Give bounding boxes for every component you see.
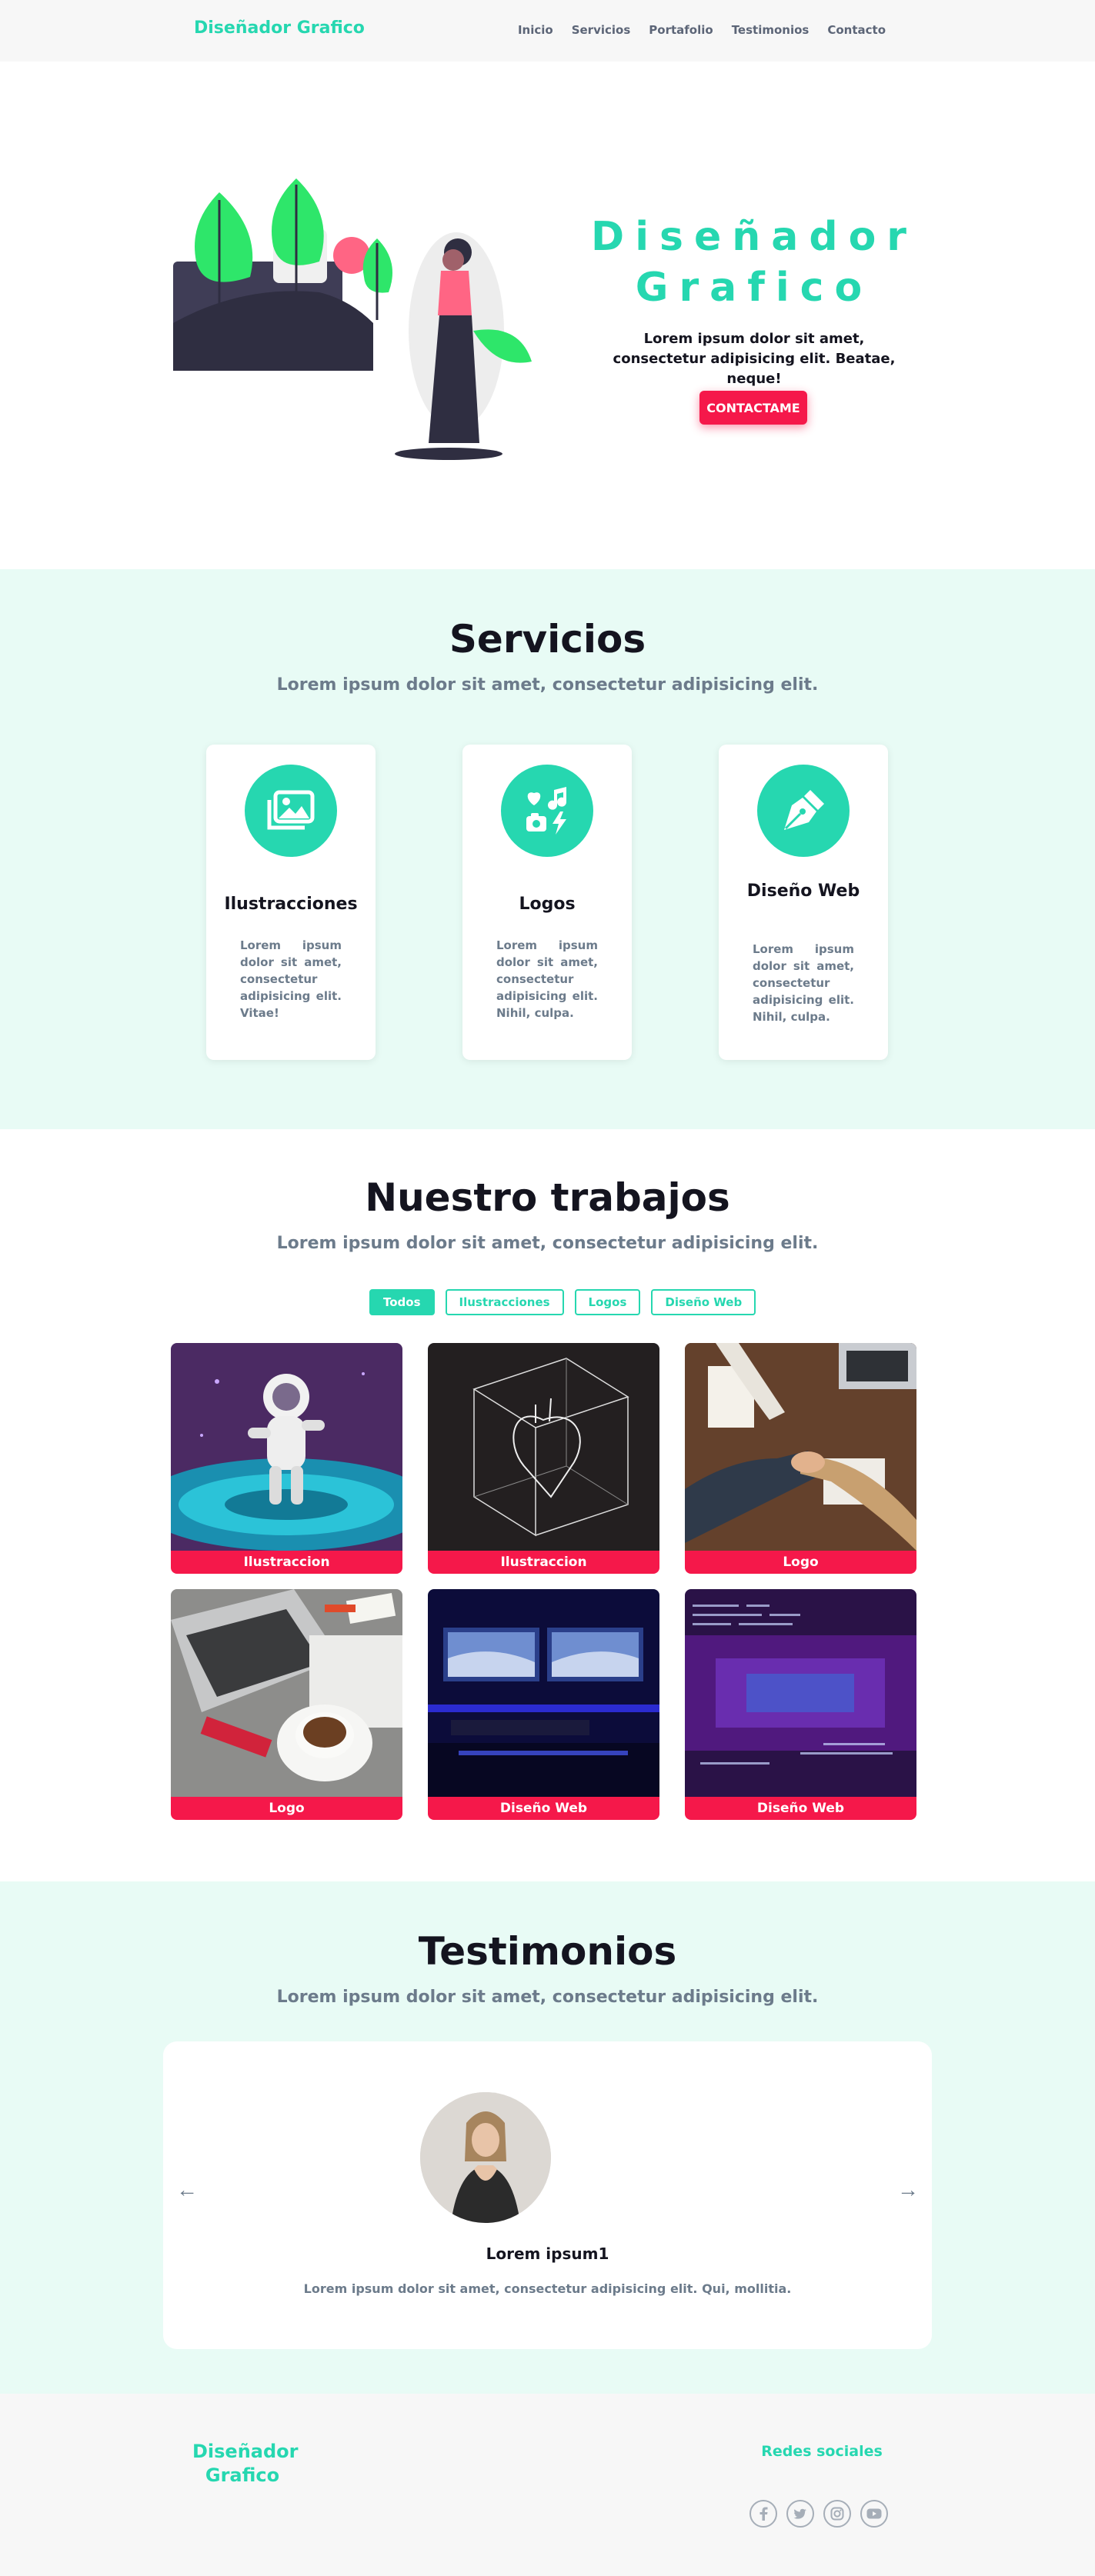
- social-links: [749, 2500, 888, 2528]
- pen-nib-icon: [757, 765, 850, 857]
- services-section: Servicios Lorem ipsum dolor sit amet, co…: [0, 569, 1095, 1129]
- top-navbar: Diseñador Grafico Inicio Servicios Porta…: [0, 0, 1095, 62]
- heart-cube-illustration: [428, 1343, 659, 1551]
- services-title: Servicios: [449, 617, 646, 661]
- filter-logos[interactable]: Logos: [574, 1289, 641, 1315]
- hero-title: Diseñador Grafico: [585, 212, 923, 313]
- media-icon: [501, 765, 593, 857]
- portfolio-item[interactable]: Ilustraccion: [428, 1343, 659, 1574]
- portfolio-item[interactable]: Logo: [685, 1343, 916, 1574]
- code-screen-photo: [685, 1589, 916, 1797]
- hero-subtitle: Lorem ipsum dolor sit amet, consectetur …: [613, 331, 896, 387]
- filter-ilustracciones[interactable]: Ilustracciones: [445, 1289, 564, 1315]
- nav-link-inicio[interactable]: Inicio: [518, 23, 553, 37]
- portfolio-item-label: Diseño Web: [428, 1797, 659, 1820]
- prev-arrow-icon[interactable]: ←: [175, 2178, 199, 2201]
- avatar: [420, 2092, 551, 2223]
- nav-link-testimonios[interactable]: Testimonios: [732, 23, 810, 37]
- portfolio-item-label: Diseño Web: [685, 1797, 916, 1820]
- service-card-ilustraciones: Ilustracciones Lorem ipsum dolor sit ame…: [206, 745, 376, 1060]
- brand-logo[interactable]: Diseñador Grafico: [194, 18, 365, 38]
- footer-social-title: Redes sociales: [761, 2443, 883, 2460]
- images-icon: [245, 765, 337, 857]
- portfolio-item-label: Logo: [685, 1551, 916, 1574]
- footer: Diseñador Grafico Redes sociales: [0, 2394, 1095, 2576]
- portfolio-title: Nuestro trabajos: [365, 1175, 730, 1220]
- nav-link-contacto[interactable]: Contacto: [827, 23, 886, 37]
- hero-section: Diseñador Grafico Lorem ipsum dolor sit …: [0, 62, 1095, 569]
- portfolio-item-label: Ilustraccion: [428, 1551, 659, 1574]
- hero-title-line1: Diseñador: [591, 214, 917, 260]
- next-arrow-icon[interactable]: →: [896, 2178, 920, 2201]
- service-card-text: Lorem ipsum dolor sit amet, consectetur …: [753, 942, 854, 1024]
- portfolio-item-label: Logo: [171, 1797, 402, 1820]
- instagram-icon[interactable]: [823, 2500, 851, 2528]
- testimonials-subtitle: Lorem ipsum dolor sit amet, consectetur …: [276, 1988, 819, 2007]
- monitors-desk-photo: [428, 1589, 659, 1797]
- facebook-icon[interactable]: [749, 2500, 777, 2528]
- portfolio-section: Nuestro trabajos Lorem ipsum dolor sit a…: [0, 1129, 1095, 1881]
- service-card-text: Lorem ipsum dolor sit amet, consectetur …: [240, 938, 342, 1020]
- twitter-icon[interactable]: [786, 2500, 814, 2528]
- service-card-title: Diseño Web: [746, 881, 860, 901]
- hero-illustration: [173, 178, 532, 460]
- portfolio-item[interactable]: Diseño Web: [428, 1589, 659, 1820]
- services-subtitle: Lorem ipsum dolor sit amet, consectetur …: [276, 675, 819, 695]
- portfolio-subtitle: Lorem ipsum dolor sit amet, consectetur …: [276, 1234, 819, 1253]
- service-card-logos: Logos Lorem ipsum dolor sit amet, consec…: [462, 745, 632, 1060]
- nav-link-portafolio[interactable]: Portafolio: [649, 23, 713, 37]
- hero-title-line2: Grafico: [635, 265, 873, 311]
- service-card-diseno-web: Diseño Web Lorem ipsum dolor sit amet, c…: [719, 745, 888, 1060]
- portfolio-item-label: Ilustraccion: [171, 1551, 402, 1574]
- portfolio-item[interactable]: Logo: [171, 1589, 402, 1820]
- service-card-text: Lorem ipsum dolor sit amet, consectetur …: [496, 938, 598, 1020]
- filter-diseno-web[interactable]: Diseño Web: [651, 1289, 756, 1315]
- testimonials-section: Testimonios Lorem ipsum dolor sit amet, …: [0, 1881, 1095, 2394]
- portfolio-filters: Todos Ilustracciones Logos Diseño Web: [369, 1289, 756, 1315]
- filter-todos[interactable]: Todos: [369, 1289, 435, 1315]
- portfolio-item[interactable]: Ilustraccion: [171, 1343, 402, 1574]
- footer-brand: Diseñador Grafico: [192, 2441, 299, 2486]
- testimonials-title: Testimonios: [418, 1929, 677, 1974]
- service-card-title: Logos: [519, 895, 576, 914]
- service-card-title: Ilustracciones: [224, 895, 358, 914]
- handshake-desk-photo: [685, 1343, 916, 1551]
- portfolio-item[interactable]: Diseño Web: [685, 1589, 916, 1820]
- astronaut-illustration: [171, 1343, 402, 1551]
- testimonial-card: ← Lorem ipsum1 Lorem ipsum dolor sit ame…: [163, 2041, 932, 2349]
- testimonial-name: Lorem ipsum1: [486, 2244, 609, 2263]
- nav-link-servicios[interactable]: Servicios: [572, 23, 631, 37]
- contact-button[interactable]: CONTACTAME: [699, 391, 807, 425]
- nav-links: Inicio Servicios Portafolio Testimonios …: [518, 23, 886, 37]
- youtube-icon[interactable]: [860, 2500, 888, 2528]
- laptop-coffee-photo: [171, 1589, 402, 1797]
- testimonial-text: Lorem ipsum dolor sit amet, consectetur …: [303, 2281, 792, 2296]
